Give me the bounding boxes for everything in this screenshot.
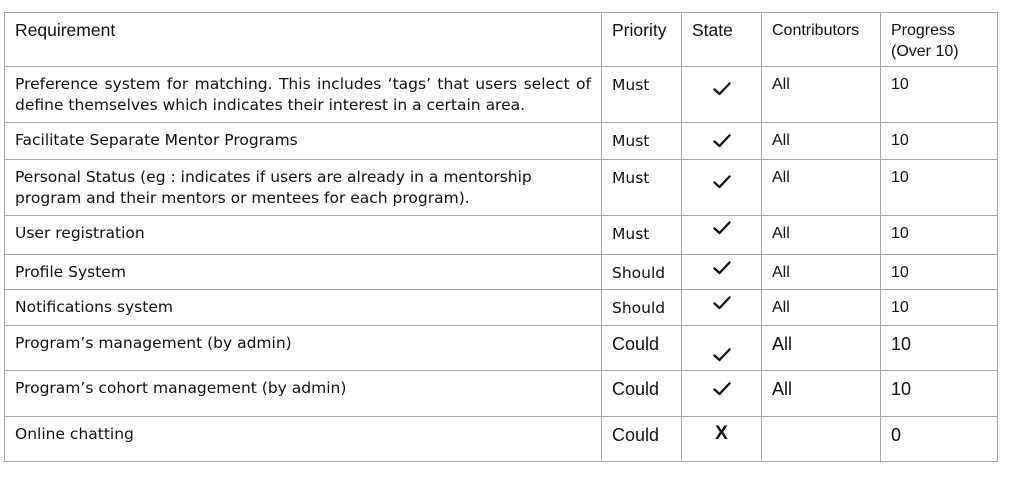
priority-cell: Should bbox=[601, 254, 682, 290]
priority-cell: Could bbox=[601, 325, 682, 371]
progress-cell: 10 bbox=[880, 66, 998, 123]
table-row: Profile System Should All 10 bbox=[4, 254, 998, 290]
progress-cell: 0 bbox=[880, 416, 998, 462]
table-row: Program’s management (by admin) Could Al… bbox=[4, 325, 998, 371]
header-state: State bbox=[681, 12, 762, 67]
priority-cell: Should bbox=[601, 289, 682, 326]
contributors-cell: All bbox=[761, 122, 881, 160]
state-cell bbox=[681, 122, 762, 160]
requirement-cell: Facilitate Separate Mentor Programs bbox=[4, 122, 602, 160]
state-cell bbox=[681, 159, 762, 216]
cross-icon: X bbox=[715, 423, 728, 444]
requirement-cell: Program’s cohort management (by admin) bbox=[4, 370, 602, 417]
state-cell bbox=[681, 289, 762, 326]
progress-cell: 10 bbox=[880, 254, 998, 290]
requirement-cell: Online chatting bbox=[4, 416, 602, 462]
priority-cell: Must bbox=[601, 66, 682, 123]
requirement-cell: Profile System bbox=[4, 254, 602, 290]
check-icon bbox=[712, 260, 731, 275]
check-icon bbox=[712, 347, 731, 362]
header-priority: Priority bbox=[601, 12, 682, 67]
header-progress: Progress (Over 10) bbox=[880, 12, 998, 67]
check-icon bbox=[712, 133, 731, 148]
priority-cell: Could bbox=[601, 370, 682, 417]
progress-cell: 10 bbox=[880, 370, 998, 417]
progress-cell: 10 bbox=[880, 122, 998, 160]
priority-cell: Must bbox=[601, 122, 682, 160]
header-contributors: Contributors bbox=[761, 12, 881, 67]
table-row: User registration Must All 10 bbox=[4, 215, 998, 255]
check-icon bbox=[712, 295, 731, 310]
check-icon bbox=[712, 381, 731, 396]
requirement-cell: Preference system for matching. This inc… bbox=[4, 66, 602, 123]
table-row: Preference system for matching. This inc… bbox=[4, 66, 998, 123]
contributors-cell: All bbox=[761, 66, 881, 123]
contributors-cell: All bbox=[761, 370, 881, 417]
requirement-cell: User registration bbox=[4, 215, 602, 255]
contributors-cell: All bbox=[761, 254, 881, 290]
table-row: Notifications system Should All 10 bbox=[4, 289, 998, 326]
header-progress-sub: (Over 10) bbox=[891, 43, 959, 60]
contributors-cell: All bbox=[761, 325, 881, 371]
check-icon bbox=[712, 81, 731, 96]
state-cell: X bbox=[681, 416, 762, 462]
contributors-cell bbox=[761, 416, 881, 462]
progress-cell: 10 bbox=[880, 325, 998, 371]
check-icon bbox=[712, 220, 731, 235]
table-row: Program’s cohort management (by admin) C… bbox=[4, 370, 998, 417]
header-requirement: Requirement bbox=[4, 12, 602, 67]
contributors-cell: All bbox=[761, 289, 881, 326]
table-row: Personal Status (eg : indicates if users… bbox=[4, 159, 998, 216]
priority-cell: Must bbox=[601, 159, 682, 216]
requirements-table: Requirement Priority State Contributors … bbox=[4, 12, 998, 462]
priority-cell: Could bbox=[601, 416, 682, 462]
table-row: Online chatting Could X 0 bbox=[4, 416, 998, 462]
requirement-cell: Notifications system bbox=[4, 289, 602, 326]
state-cell bbox=[681, 370, 762, 417]
requirement-cell: Program’s management (by admin) bbox=[4, 325, 602, 371]
state-cell bbox=[681, 215, 762, 255]
progress-cell: 10 bbox=[880, 215, 998, 255]
state-cell bbox=[681, 325, 762, 371]
header-row: Requirement Priority State Contributors … bbox=[4, 12, 998, 67]
header-progress-label: Progress bbox=[891, 22, 956, 39]
progress-cell: 10 bbox=[880, 289, 998, 326]
requirement-cell: Personal Status (eg : indicates if users… bbox=[4, 159, 602, 216]
table-row: Facilitate Separate Mentor Programs Must… bbox=[4, 122, 998, 160]
contributors-cell: All bbox=[761, 215, 881, 255]
state-cell bbox=[681, 66, 762, 123]
check-icon bbox=[712, 174, 731, 189]
priority-cell: Must bbox=[601, 215, 682, 255]
contributors-cell: All bbox=[761, 159, 881, 216]
progress-cell: 10 bbox=[880, 159, 998, 216]
state-cell bbox=[681, 254, 762, 290]
